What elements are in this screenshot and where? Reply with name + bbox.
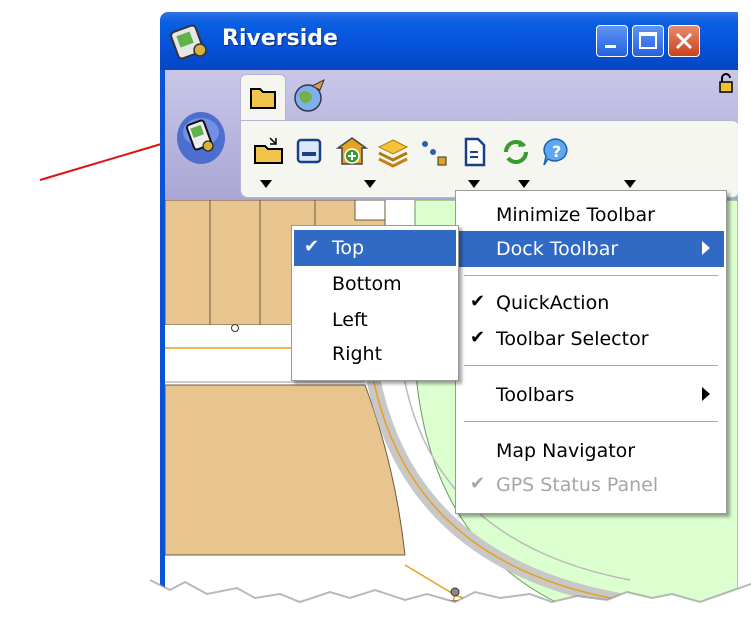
lock-icon[interactable] <box>718 72 734 94</box>
refresh-icon[interactable] <box>500 136 532 168</box>
submenu-item-left[interactable]: Left <box>292 302 458 338</box>
svg-text:?: ? <box>552 142 561 161</box>
checkmark-icon: ✔ <box>470 473 486 494</box>
close-icon <box>675 32 693 50</box>
menu-item-quickaction[interactable]: ✔ QuickAction <box>456 285 726 321</box>
title-bar[interactable]: Riverside <box>160 12 738 70</box>
folder-icon <box>250 88 276 109</box>
globe-icon <box>294 78 325 112</box>
open-folder-icon[interactable] <box>252 136 286 166</box>
submenu-item-top[interactable]: ✔ Top <box>294 230 456 266</box>
menu-item-map-navigator[interactable]: Map Navigator <box>456 433 726 469</box>
minimize-button[interactable] <box>596 25 628 57</box>
document-dropdown-arrow[interactable] <box>516 178 532 190</box>
minimize-icon <box>605 45 616 48</box>
submenu-item-right[interactable]: Right <box>292 336 458 372</box>
maximize-button[interactable] <box>632 25 664 57</box>
torn-edge <box>150 579 751 633</box>
layers-icon[interactable] <box>376 136 410 168</box>
menu-item-toolbar-selector[interactable]: ✔ Toolbar Selector <box>456 321 726 357</box>
dock-toolbar-submenu: ✔ Top Bottom Left Right <box>291 225 459 381</box>
add-layer-dropdown-arrow[interactable] <box>362 178 378 190</box>
help-icon[interactable]: ? <box>540 136 572 168</box>
quickaction-button[interactable] <box>176 110 226 166</box>
open-dropdown-arrow[interactable] <box>258 178 274 190</box>
document-icon[interactable] <box>460 136 490 168</box>
menu-item-toolbars[interactable]: Toolbars <box>456 377 726 413</box>
save-icon[interactable] <box>294 136 324 166</box>
menu-item-dock-toolbar[interactable]: Dock Toolbar <box>458 231 724 267</box>
submenu-arrow-icon <box>702 241 710 255</box>
submenu-item-bottom[interactable]: Bottom <box>292 266 458 302</box>
help-dropdown-arrow[interactable] <box>622 178 638 190</box>
measure-icon[interactable] <box>418 136 450 168</box>
menu-separator <box>464 275 718 276</box>
app-icon <box>170 24 207 60</box>
submenu-arrow-icon <box>702 387 710 401</box>
checkmark-icon: ✔ <box>470 327 486 348</box>
menu-separator <box>464 421 718 422</box>
checkmark-icon: ✔ <box>470 291 486 312</box>
menu-item-gps-status-panel: ✔ GPS Status Panel <box>470 473 659 496</box>
menu-item-minimize-toolbar[interactable]: Minimize Toolbar <box>456 197 726 233</box>
close-button[interactable] <box>668 25 700 57</box>
add-layer-icon[interactable] <box>336 136 368 168</box>
measure-dropdown-arrow[interactable] <box>466 178 482 190</box>
folder-tab[interactable] <box>240 74 286 123</box>
maximize-icon <box>639 32 657 49</box>
menu-separator <box>464 365 718 366</box>
app-window: Riverside ? Minimize Toolbar Dock Toolba… <box>160 12 738 612</box>
window-title: Riverside <box>222 26 338 51</box>
globe-tab[interactable] <box>290 74 330 118</box>
checkmark-icon: ✔ <box>304 236 320 257</box>
toolbar-context-menu: Minimize Toolbar Dock Toolbar ✔ QuickAct… <box>455 190 727 514</box>
